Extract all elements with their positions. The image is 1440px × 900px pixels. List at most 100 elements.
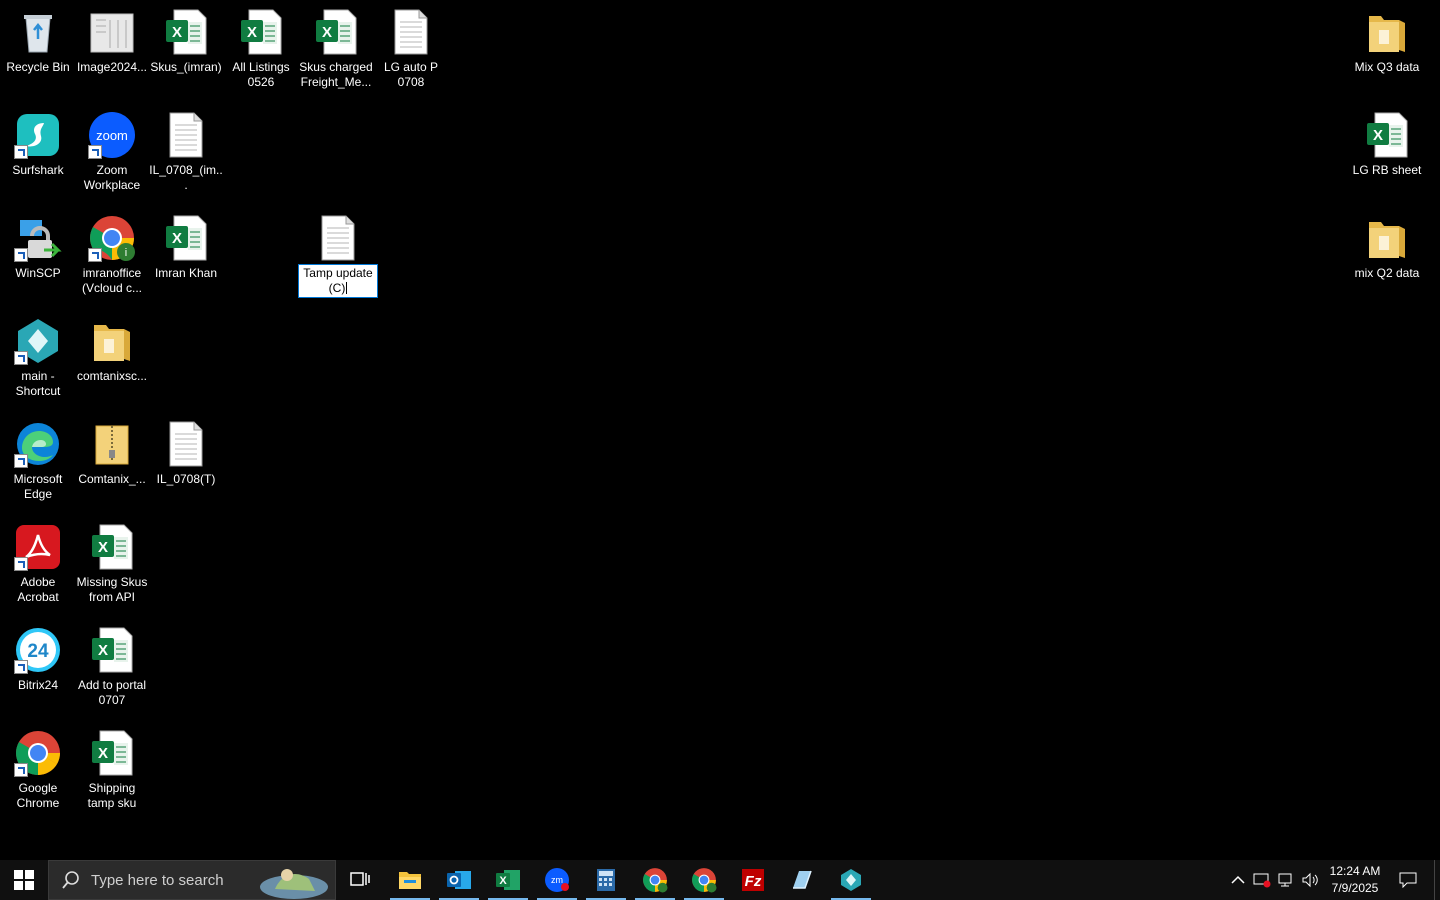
task-view-icon <box>350 872 370 886</box>
search-highlight-illustration-icon <box>260 869 328 899</box>
desktop-icon-mix-q3-data[interactable]: Mix Q3 data <box>1349 8 1425 75</box>
taskbar-outlook[interactable] <box>435 860 483 900</box>
taskbar-zoom[interactable]: zm <box>533 860 581 900</box>
search-box[interactable]: Type here to search <box>48 860 336 900</box>
clock-date: 7/9/2025 <box>1331 881 1379 895</box>
desktop-icon-il-0708-t[interactable]: IL_0708(T) <box>148 420 224 487</box>
desktop-icon-il-0708-im[interactable]: IL_0708_(im... <box>148 111 224 193</box>
start-button[interactable] <box>0 860 48 900</box>
taskbar-filezilla[interactable]: Fz <box>729 860 777 900</box>
shortcut-arrow-icon <box>14 351 28 365</box>
svg-text:X: X <box>1373 127 1383 144</box>
icon-label: Skus charged Freight_Me... <box>299 60 373 89</box>
desktop: Recycle Bin Surfshark WinSCP main - Shor… <box>0 0 1440 860</box>
icon-label: main - Shortcut <box>15 369 61 398</box>
desktop-icon-all-listings[interactable]: X All Listings 0526 <box>223 8 299 90</box>
windows-logo-icon <box>14 870 34 890</box>
file-explorer-icon <box>399 872 421 889</box>
taskbar-excel[interactable]: X <box>484 860 532 900</box>
text-file-icon <box>387 8 435 56</box>
desktop-icon-winscp[interactable]: WinSCP <box>0 214 76 281</box>
taskbar-app[interactable] <box>778 860 826 900</box>
shortcut-arrow-icon <box>88 145 102 159</box>
tray-network-alert[interactable] <box>1250 860 1274 900</box>
app-icon <box>793 870 812 889</box>
taskbar-calculator[interactable] <box>582 860 630 900</box>
shortcut-arrow-icon <box>14 763 28 777</box>
task-view-button[interactable] <box>336 860 384 900</box>
desktop-icon-comtanixsc[interactable]: comtanixsc... <box>74 317 150 384</box>
desktop-icon-tamp-update-renaming[interactable]: Tamp update (C) <box>298 214 378 298</box>
excel-file-icon: X <box>88 523 136 571</box>
icon-label: Shipping tamp sku <box>87 781 137 810</box>
desktop-icon-missing-skus[interactable]: X Missing Skus from API <box>74 523 150 605</box>
tray-network[interactable] <box>1274 860 1298 900</box>
desktop-icon-adobe-acrobat[interactable]: Adobe Acrobat <box>0 523 76 605</box>
zoom-icon: zm <box>545 868 569 892</box>
text-caret <box>346 282 348 294</box>
svg-text:zm: zm <box>551 875 563 885</box>
desktop-icon-imran-khan[interactable]: X Imran Khan <box>148 214 224 281</box>
winscp-icon <box>14 214 62 262</box>
speaker-icon <box>1302 872 1318 888</box>
main-app-icon <box>14 317 62 365</box>
icon-label: Imran Khan <box>154 266 218 280</box>
excel-file-icon: X <box>162 214 210 262</box>
tray-volume[interactable] <box>1298 860 1322 900</box>
icon-label: Mix Q3 data <box>1354 60 1420 74</box>
taskbar-file-explorer[interactable] <box>386 860 434 900</box>
filezilla-icon: Fz <box>742 869 764 891</box>
show-desktop-button[interactable] <box>1434 860 1440 900</box>
svg-text:24: 24 <box>27 641 49 662</box>
icon-label: Image2024... <box>76 60 148 74</box>
taskbar-main-app[interactable] <box>827 860 875 900</box>
calculator-icon <box>597 869 615 891</box>
outlook-icon <box>447 871 471 889</box>
edge-icon <box>14 420 62 468</box>
desktop-icon-image-file[interactable]: Image2024... <box>74 8 150 75</box>
chevron-up-icon <box>1231 875 1245 884</box>
desktop-icon-shipping-tamp-sku[interactable]: X Shipping tamp sku <box>74 729 150 811</box>
search-placeholder: Type here to search <box>91 871 224 889</box>
svg-text:X: X <box>172 24 182 41</box>
taskbar-chrome-profile[interactable] <box>680 860 728 900</box>
icon-label: imranoffice (Vcloud c... <box>81 266 143 295</box>
folder-icon <box>1363 214 1411 262</box>
zoom-icon: zoom <box>88 111 136 159</box>
desktop-icon-surfshark[interactable]: Surfshark <box>0 111 76 178</box>
desktop-icon-comtanix-zip[interactable]: Comtanix_... <box>74 420 150 487</box>
desktop-icon-microsoft-edge[interactable]: Microsoft Edge <box>0 420 76 502</box>
network-icon <box>1278 873 1292 887</box>
icon-label: Recycle Bin <box>6 60 70 74</box>
icon-label: Skus_(imran) <box>150 60 222 74</box>
shortcut-arrow-icon <box>88 248 102 262</box>
excel-file-icon: X <box>88 729 136 777</box>
desktop-icon-recycle-bin[interactable]: Recycle Bin <box>0 8 76 75</box>
icon-label: LG auto P 0708 <box>383 60 439 89</box>
desktop-icon-google-chrome[interactable]: Google Chrome <box>0 729 76 811</box>
svg-text:i: i <box>125 247 127 259</box>
desktop-icon-bitrix24[interactable]: 24 Bitrix24 <box>0 626 76 693</box>
clock[interactable]: 12:24 AM 7/9/2025 <box>1320 860 1390 900</box>
clock-time: 12:24 AM <box>1329 864 1381 878</box>
desktop-icon-lg-rb-sheet[interactable]: X LG RB sheet <box>1349 111 1425 178</box>
rename-input[interactable]: Tamp update (C) <box>298 264 378 298</box>
taskbar-chrome[interactable] <box>631 860 679 900</box>
desktop-icon-main-shortcut[interactable]: main - Shortcut <box>0 317 76 399</box>
desktop-icon-zoom-workplace[interactable]: zoom Zoom Workplace <box>74 111 150 193</box>
desktop-icon-add-to-portal[interactable]: X Add to portal 0707 <box>74 626 150 708</box>
show-hidden-icons-button[interactable] <box>1226 860 1250 900</box>
icon-label: Zoom Workplace <box>83 163 141 192</box>
icon-label: Google Chrome <box>16 781 60 810</box>
svg-text:X: X <box>172 230 182 247</box>
svg-text:X: X <box>322 24 332 41</box>
desktop-icon-imranoffice[interactable]: i imranoffice (Vcloud c... <box>74 214 150 296</box>
desktop-icon-mix-q2-data[interactable]: mix Q2 data <box>1349 214 1425 281</box>
svg-text:X: X <box>98 745 108 762</box>
desktop-icon-skus-imran[interactable]: X Skus_(imran) <box>148 8 224 75</box>
chrome-profile-icon: i <box>88 214 136 262</box>
action-center-button[interactable] <box>1394 860 1422 900</box>
desktop-icon-lg-auto-p[interactable]: LG auto P 0708 <box>373 8 449 90</box>
desktop-icon-skus-charged[interactable]: X Skus charged Freight_Me... <box>298 8 374 90</box>
shortcut-arrow-icon <box>14 248 28 262</box>
